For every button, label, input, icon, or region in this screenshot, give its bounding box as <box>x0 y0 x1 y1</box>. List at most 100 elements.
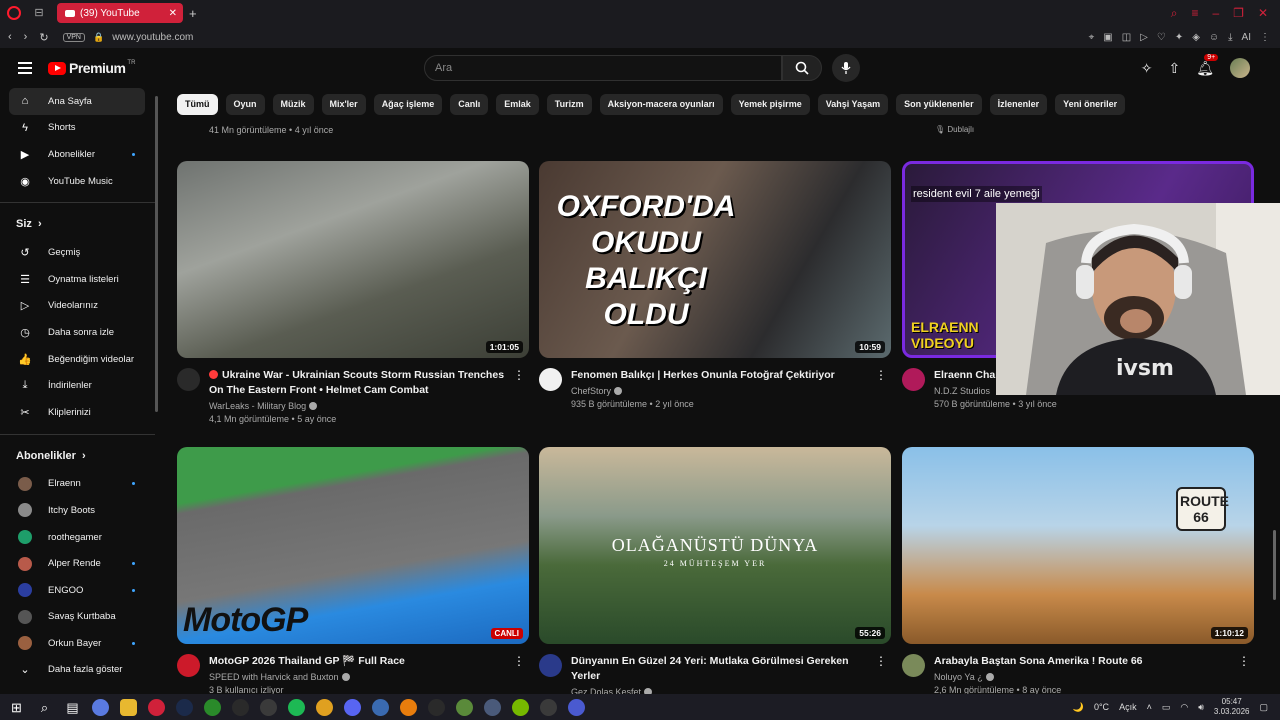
weather-icon[interactable]: 🌙 <box>1073 702 1084 713</box>
minimize-icon[interactable]: – <box>1212 6 1219 21</box>
video-channel[interactable]: SPEED with Harvick and Buxton <box>209 672 509 682</box>
chrome-icon[interactable] <box>316 698 333 716</box>
filter-chip[interactable]: Turizm <box>546 94 592 115</box>
filter-chip[interactable]: Mix'ler <box>321 94 366 115</box>
page-scrollbar[interactable] <box>1273 530 1276 600</box>
lock-icon[interactable]: 🔒 <box>93 32 104 43</box>
sidebar-item-shorts[interactable]: ϟ Shorts <box>9 115 145 142</box>
sidebar-channel[interactable]: ENGOO <box>9 577 145 604</box>
camera-icon[interactable]: ◫ <box>1122 32 1131 43</box>
video-card[interactable]: OXFORD'DA OKUDU BALIKÇI OLDU 10:59 Fenomen… <box>539 161 891 409</box>
clock[interactable]: 05:47 3.03.2026 <box>1214 697 1250 717</box>
menu-lines-icon[interactable]: ≡ <box>1191 6 1198 21</box>
video-thumbnail[interactable]: OLAĞANÜSTÜ DÜNYA 24 MÜHTEŞEM YER 55:26 <box>539 447 891 644</box>
more-icon[interactable]: ⋮ <box>1260 32 1270 43</box>
sidebar-channel[interactable]: Savaş Kurtbaba <box>9 604 145 631</box>
sidebar-item-be-endi-im-videolar[interactable]: 👍 Beğendiğim videolar <box>9 346 145 373</box>
app-icon[interactable] <box>428 698 445 716</box>
filter-chip[interactable]: Aksiyon-macera oyunları <box>599 94 723 115</box>
new-tab-icon[interactable]: + <box>189 6 197 21</box>
tool-icon[interactable] <box>484 698 501 716</box>
search-tabs-icon[interactable]: ⌕ <box>1171 6 1178 21</box>
channel-avatar[interactable] <box>539 654 562 677</box>
cast-icon[interactable]: ✧ <box>1141 60 1153 77</box>
copilot-icon[interactable] <box>92 698 109 716</box>
aria-ai-button[interactable]: AI <box>1242 32 1251 43</box>
weather-temp[interactable]: 0°C <box>1094 702 1109 712</box>
profile-icon[interactable]: ☺ <box>1209 32 1219 43</box>
opera-logo-icon[interactable] <box>7 6 21 20</box>
video-channel[interactable]: ChefStory <box>571 386 871 396</box>
channel-avatar[interactable] <box>177 654 200 677</box>
voice-search-button[interactable] <box>832 54 860 82</box>
more-options-icon[interactable]: ⋮ <box>875 654 887 668</box>
video-card[interactable]: MotoGP CANLI MotoGP 2026 Thailand GP 🏁 Ful… <box>177 447 529 695</box>
pin-icon[interactable]: ⌖ <box>1089 32 1095 43</box>
more-options-icon[interactable]: ⋮ <box>875 368 887 382</box>
channel-avatar[interactable] <box>902 654 925 677</box>
sidebar-channel[interactable]: roothegamer <box>9 524 145 551</box>
filter-chip[interactable]: Son yüklenenler <box>896 94 982 115</box>
sidebar-item-ana-sayfa[interactable]: ⌂ Ana Sayfa <box>9 88 145 115</box>
steam-icon[interactable] <box>176 698 193 716</box>
spotify-icon[interactable] <box>288 698 305 716</box>
sidebar-item-abonelikler[interactable]: ▶ Abonelikler <box>9 141 145 168</box>
video-thumbnail[interactable]: ROUTE 66 1:10:12 <box>902 447 1254 644</box>
video-card[interactable]: OLAĞANÜSTÜ DÜNYA 24 MÜHTEŞEM YER 55:26 Düny… <box>539 447 891 710</box>
sidebar-heading-you[interactable]: Siz › <box>0 209 155 239</box>
video-title[interactable]: Fenomen Balıkçı | Herkes Onunla Fotoğraf… <box>571 368 871 383</box>
shield-icon[interactable]: ◈ <box>1192 32 1200 43</box>
url-field[interactable]: www.youtube.com <box>112 32 193 43</box>
video-card[interactable]: 1:01:05 Ukraine War - Ukrainian Scouts St… <box>177 161 529 424</box>
discord-icon[interactable] <box>344 698 361 716</box>
filter-chip[interactable]: Ağaç işleme <box>373 94 443 115</box>
epic-games-icon[interactable] <box>232 698 249 716</box>
sidebar-show-more[interactable]: ⌄ Daha fazla göster <box>9 657 145 684</box>
filter-chip[interactable]: Tümü <box>177 94 218 115</box>
back-icon[interactable]: ‹ <box>8 31 12 44</box>
app-icon[interactable] <box>372 698 389 716</box>
opera-icon[interactable] <box>148 698 165 716</box>
channel-avatar[interactable] <box>177 368 200 391</box>
account-avatar[interactable] <box>1230 58 1250 78</box>
tab-list-icon[interactable]: ⊟ <box>31 7 47 19</box>
sidebar-heading-subscriptions[interactable]: Abonelikler › <box>0 441 155 471</box>
video-thumbnail[interactable]: OXFORD'DA OKUDU BALIKÇI OLDU 10:59 <box>539 161 891 358</box>
window-close-icon[interactable]: ✕ <box>1258 6 1268 21</box>
app-icon[interactable] <box>540 698 557 716</box>
youtube-logo[interactable]: Premium TR <box>48 60 135 76</box>
heart-icon[interactable]: ♡ <box>1157 32 1166 43</box>
video-thumbnail[interactable]: 1:01:05 <box>177 161 529 358</box>
sidebar-item-kliplerinizi[interactable]: ✂ Kliplerinizi <box>9 399 145 426</box>
video-title[interactable]: Ukraine War - Ukrainian Scouts Storm Rus… <box>209 368 509 398</box>
file-explorer-icon[interactable] <box>120 698 137 716</box>
channel-avatar[interactable] <box>902 368 925 391</box>
play-icon[interactable]: ▷ <box>1140 32 1148 43</box>
sidebar-channel[interactable]: Elraenn <box>9 471 145 498</box>
forward-icon[interactable]: › <box>24 31 28 44</box>
notifications-bell-icon[interactable]: 🔔︎ 9+ <box>1196 53 1219 77</box>
maximize-icon[interactable]: ❐ <box>1233 6 1244 21</box>
vpn-badge[interactable]: VPN <box>62 32 85 42</box>
task-view-icon[interactable]: ▤ <box>64 698 81 716</box>
sidebar-scrollbar[interactable] <box>155 96 158 412</box>
filter-chip[interactable]: Oyun <box>225 94 265 115</box>
search-button[interactable] <box>782 55 822 81</box>
xbox-icon[interactable] <box>204 698 221 716</box>
hamburger-menu-icon[interactable] <box>18 59 32 77</box>
video-card[interactable]: ROUTE 66 1:10:12 Arabayla Baştan Sona Amer… <box>902 447 1254 695</box>
sidebar-item-ge-mi-[interactable]: ↺ Geçmiş <box>9 239 145 266</box>
filter-chip[interactable]: Canlı <box>450 94 489 115</box>
sidebar-channel[interactable]: Alper Rende <box>9 550 145 577</box>
wifi-icon[interactable]: ◠ <box>1180 702 1188 713</box>
reload-icon[interactable]: ↻ <box>39 31 48 44</box>
sidebar-item-videolar-n-z[interactable]: ▷ Videolarınız <box>9 293 145 320</box>
network-icon[interactable]: ▭ <box>1162 702 1171 713</box>
sidebar-channel[interactable]: Itchy Boots <box>9 497 145 524</box>
search-input[interactable]: Ara <box>424 55 782 81</box>
filter-chip[interactable]: Yemek pişirme <box>730 94 810 115</box>
upload-icon[interactable]: ⇧ <box>1168 60 1180 77</box>
tab-close-icon[interactable]: ✕ <box>169 8 177 19</box>
tray-chevron-icon[interactable]: ˄ <box>1147 702 1152 712</box>
teams-icon[interactable] <box>568 698 585 716</box>
